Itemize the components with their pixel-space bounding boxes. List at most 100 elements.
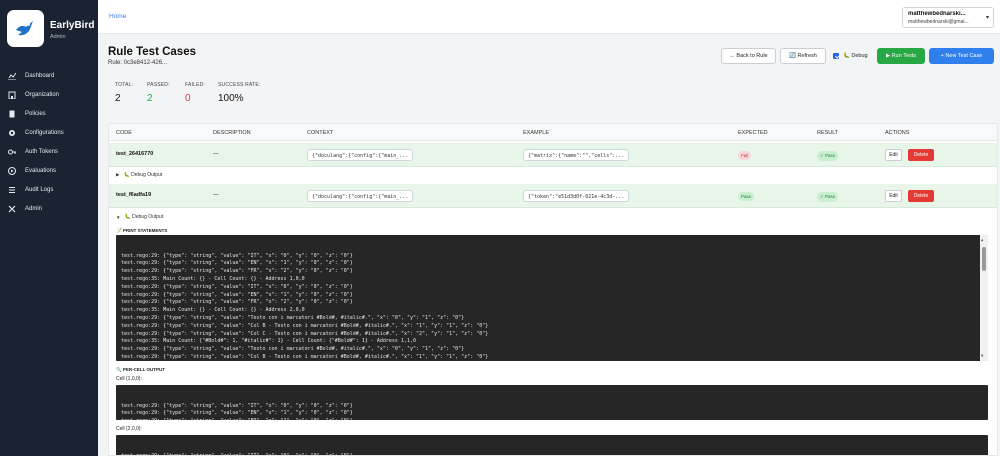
scrollbar[interactable]: ▲ ▼ [980,235,988,361]
test-cases-table: CODE DESCRIPTION CONTEXT EXAMPLE EXPECTE… [108,123,998,456]
scrollbar-thumb[interactable] [982,247,986,271]
top-bar: Home matthewbednarski... matthewbednarsk… [98,0,1000,34]
sidebar-item-label: Audit Logs [25,186,54,193]
log-line: test.rego:29: {"type": "string", "value"… [121,452,353,456]
triangle-down-icon: ▼ [116,214,121,220]
edit-button[interactable]: Edit [885,149,902,161]
log-line: test.rego:35: Main Count: {} - Cell Coun… [121,307,305,314]
log-line: test.rego:29: {"type": "string", "value"… [121,402,353,409]
log-line: test.rego:29: {"type": "string", "value"… [121,283,353,290]
tools-icon [6,204,18,214]
debug-checkbox[interactable] [833,53,839,59]
log-line: test.rego:29: {"type": "string", "value"… [121,314,465,321]
column-header-result: RESULT [817,130,839,136]
stat-failed: FAILED: 0 [185,82,205,104]
stat-failed-label: FAILED: [185,82,206,88]
user-menu[interactable]: matthewbednarski... matthewbednarski@gma… [902,7,994,28]
sidebar-item-organization[interactable]: Organization [0,85,98,104]
delete-button[interactable]: Delete [908,190,934,202]
column-header-context: CONTEXT [307,130,334,136]
sidebar-item-dashboard[interactable]: Dashboard [0,66,98,85]
key-icon [6,147,18,157]
brand[interactable]: EarlyBird Admin [7,10,95,50]
log-line: test.rego:29: {"type": "string", "value"… [121,322,489,329]
sidebar-item-configurations[interactable]: Configurations [0,123,98,142]
print-statements-label: 📝 PRINT STATEMENTS [116,228,168,233]
sidebar-item-audit-logs[interactable]: Audit Logs [0,180,98,199]
test-description: — [213,151,219,157]
column-header-code: CODE [116,130,132,136]
triangle-right-icon: ▶ [116,172,120,177]
stat-rate-label: SUCCESS RATE: [218,82,261,88]
stat-total: TOTAL: 2 [115,82,133,104]
test-context: {"doculang":{"config":{"main_... [307,149,413,161]
test-context: {"doculang":{"config":{"main_... [307,190,413,202]
stats-summary: TOTAL: 2 PASSED: 2 FAILED: 0 SUCCESS RAT… [108,82,998,114]
stat-passed-label: PASSED: [147,82,170,88]
column-header-example: EXAMPLE [523,130,549,136]
cell-2-lines: test.rego:29: {"type": "string", "value"… [121,452,983,456]
stat-failed-value: 0 [185,93,191,104]
debug-output-toggle[interactable]: ▶ 🐛 Debug Output [116,172,162,178]
debug-output-label: 🐛 Debug Output [124,214,164,220]
document-icon [6,109,18,119]
user-name: matthewbednarski... [908,11,966,17]
log-line: test.rego:29: {"type": "string", "value"… [121,418,983,420]
debug-output-toggle[interactable]: ▼ 🐛 Debug Output [116,214,163,220]
cell-2-label: Cell (2,0,0): [116,426,142,432]
building-icon [6,90,18,100]
per-cell-output-label: 🔍 PER-CELL OUTPUT [116,367,166,372]
log-line: test.rego:29: {"type": "string", "value"… [121,252,353,259]
result-badge: ✓ Pass [817,192,839,202]
log-line: test.rego:29: {"type": "string", "value"… [121,299,353,306]
sidebar-item-label: Organization [25,91,60,98]
sidebar: EarlyBird Admin Dashboard Organization P… [0,0,98,456]
brand-role: Admin [50,34,66,40]
debug-toggle[interactable]: 🐛 Debug [833,53,868,59]
expected-badge: Fail [738,151,752,160]
column-header-description: DESCRIPTION [213,130,251,136]
delete-button[interactable]: Delete [908,149,934,161]
breadcrumb-home[interactable]: Home [109,13,126,20]
refresh-button[interactable]: 🔄 Refresh [780,48,826,64]
table-header: CODE DESCRIPTION CONTEXT EXAMPLE EXPECTE… [109,124,997,141]
log-line: test.rego:29: {"type": "string", "value"… [121,346,465,353]
scroll-down-icon[interactable]: ▼ [981,352,983,360]
print-statements-output[interactable]: test.rego:29: {"type": "string", "value"… [116,235,988,361]
log-line: test.rego:29: {"type": "string", "value"… [121,410,353,417]
run-tests-button[interactable]: ▶ Run Tests [877,48,925,64]
sidebar-item-label: Configurations [25,129,64,136]
log-line: test.rego:29: {"type": "string", "value"… [121,260,353,267]
column-header-actions: ACTIONS [885,130,910,136]
table-row: test_26416770 — {"doculang":{"config":{"… [109,143,997,167]
back-to-rule-button[interactable]: ← Back to Rule [721,48,776,64]
log-line: test.rego:29: {"type": "string", "value"… [121,291,353,298]
stat-passed-value: 2 [147,93,153,104]
log-line: test.rego:35: Main Count: {} - Cell Coun… [121,275,305,282]
edit-button[interactable]: Edit [885,190,902,202]
test-example: {"token":"e51d3d0f-021e-4c3d-... [523,190,629,202]
result-badge: ✓ Pass [817,151,839,161]
sidebar-item-label: Policies [25,110,46,117]
log-line: test.rego:29: {"type": "string", "value"… [121,330,489,337]
bird-logo-icon [7,10,44,47]
debug-label: 🐛 Debug [843,53,868,59]
cell-1-label: Cell (1,0,0): [116,376,142,382]
caret-down-icon: ▾ [985,15,989,21]
log-line: test.rego:29: {"type": "string", "value"… [121,268,353,275]
main-content: Rule Test Cases Rule: 0c3e8412-426... ← … [98,34,1000,456]
scroll-up-icon[interactable]: ▲ [981,236,983,244]
cell-1-output: test.rego:29: {"type": "string", "value"… [116,385,988,420]
user-email: matthewbednarski@gmai... [908,19,969,25]
list-icon [6,185,18,195]
new-test-case-button[interactable]: + New Test Case [929,48,994,64]
sidebar-item-admin[interactable]: Admin [0,199,98,218]
brand-name: EarlyBird [50,20,95,31]
sidebar-item-auth-tokens[interactable]: Auth Tokens [0,142,98,161]
rule-id: Rule: 0c3e8412-426... [108,60,168,66]
cell-1-lines: test.rego:29: {"type": "string", "value"… [121,403,983,420]
sidebar-item-label: Auth Tokens [25,148,58,155]
table-row: test_f6adfa19 — {"doculang":{"config":{"… [109,184,997,208]
sidebar-item-evaluations[interactable]: Evaluations [0,161,98,180]
sidebar-item-policies[interactable]: Policies [0,104,98,123]
